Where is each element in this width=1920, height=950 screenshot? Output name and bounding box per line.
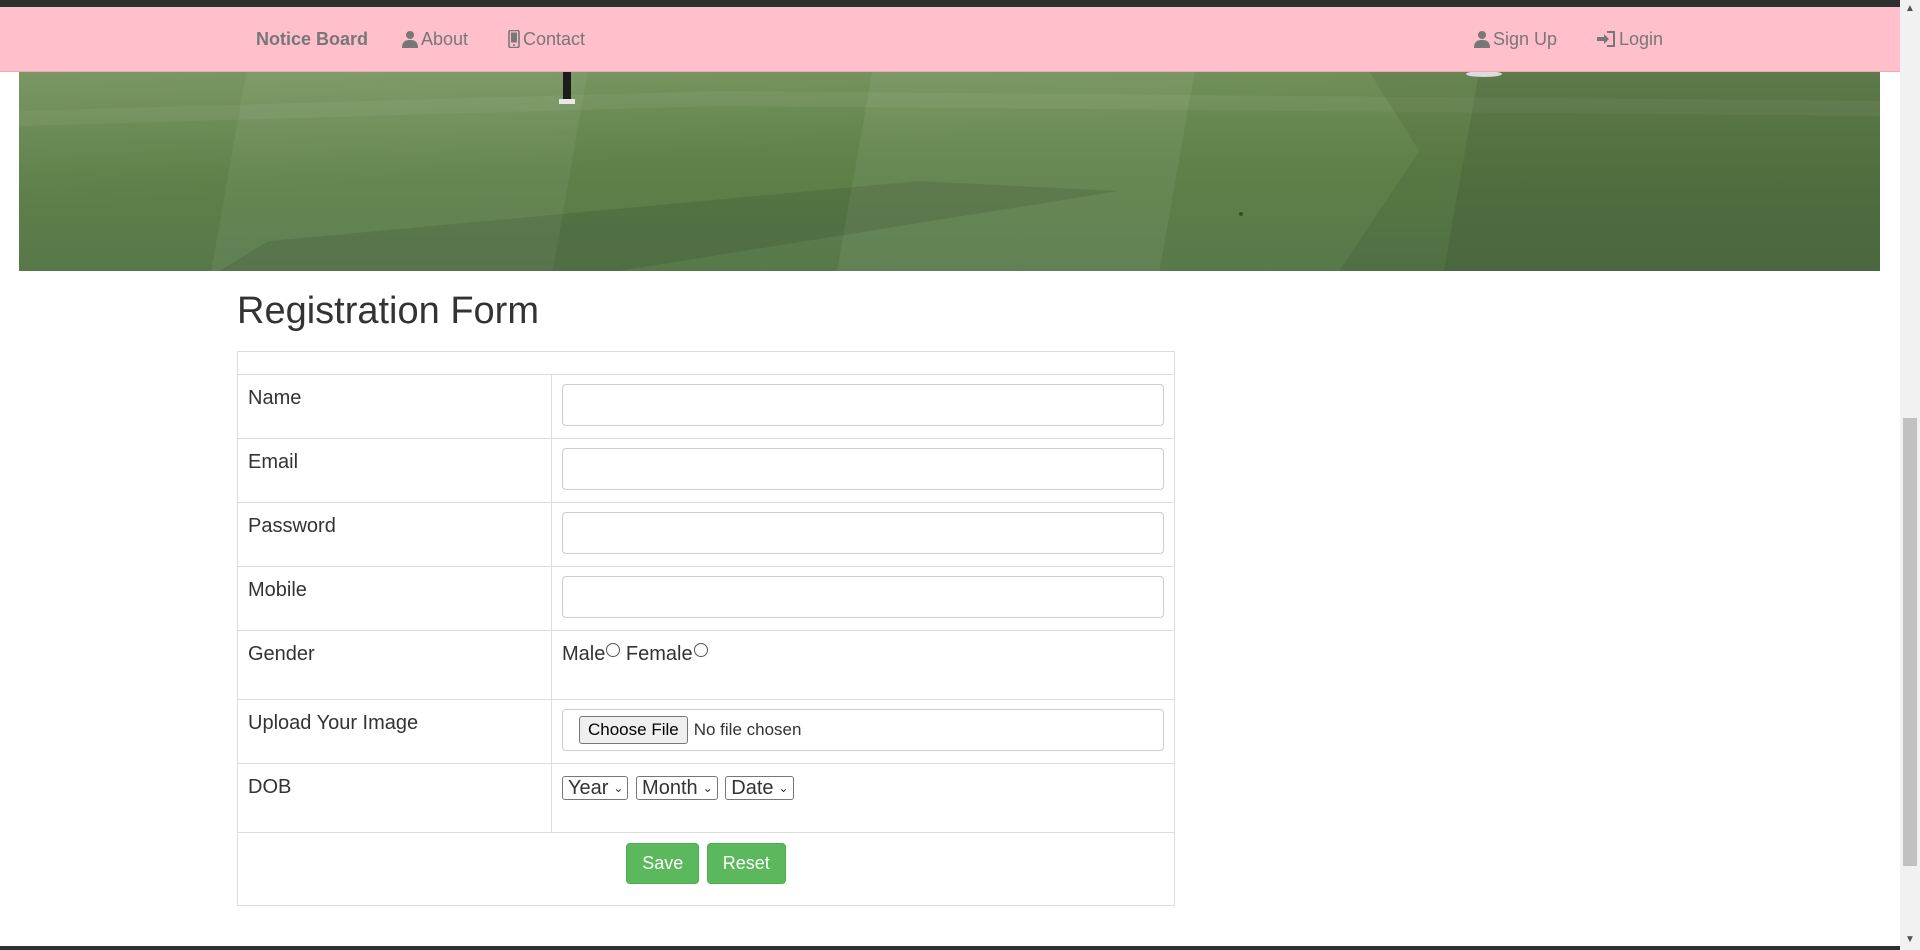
- dob-cell: Year ⌄ Month ⌄ Date ⌄: [551, 763, 1175, 833]
- save-button[interactable]: Save: [626, 843, 700, 884]
- dob-date-value: Date: [731, 776, 774, 799]
- file-input[interactable]: Choose File No file chosen: [562, 709, 1164, 751]
- email-input[interactable]: [562, 448, 1164, 490]
- gender-female-radio[interactable]: [693, 643, 708, 657]
- hero-banner-image: [19, 71, 1880, 271]
- table-row: Name: [237, 374, 1175, 439]
- scrollbar-thumb[interactable]: [1903, 418, 1917, 866]
- navbar: Notice Board About Contact Sign Up Login: [0, 7, 1900, 72]
- nav-sign-up-label: Sign Up: [1493, 28, 1558, 49]
- chevron-down-icon: ⌄: [702, 781, 713, 795]
- dob-year-value: Year: [568, 776, 609, 799]
- gender-male-label: Male: [562, 643, 606, 665]
- gender-cell: Male Female: [551, 630, 1175, 700]
- user-icon: [402, 30, 418, 48]
- nav-about-label: About: [421, 28, 469, 49]
- chevron-down-icon: ⌄: [778, 781, 789, 795]
- registration-table: Name Email Password Mobile Gender Male F…: [237, 351, 1175, 906]
- table-row: Upload Your Image Choose File No file ch…: [237, 699, 1175, 764]
- table-row: DOB Year ⌄ Month ⌄ Date ⌄: [237, 763, 1175, 833]
- login-icon: [1597, 31, 1616, 47]
- reset-button[interactable]: Reset: [706, 843, 786, 884]
- email-cell: [551, 438, 1175, 503]
- dob-month-value: Month: [642, 776, 698, 799]
- table-row: Email: [237, 438, 1175, 503]
- form-title: Registration Form: [237, 290, 539, 332]
- user-icon: [1474, 30, 1490, 48]
- nav-contact[interactable]: Contact: [508, 7, 585, 71]
- password-label: Password: [237, 502, 552, 567]
- chevron-down-icon: ⌄: [613, 781, 624, 795]
- scroll-up-icon[interactable]: ▲: [1900, 0, 1920, 17]
- window-top-strip: [0, 0, 1920, 7]
- table-row: Gender Male Female: [237, 630, 1175, 700]
- mobile-phone-icon: [508, 30, 520, 48]
- mobile-cell: [551, 566, 1175, 631]
- mobile-input[interactable]: [562, 576, 1164, 618]
- window-bottom-strip: [0, 946, 1900, 950]
- gender-label: Gender: [237, 630, 552, 700]
- nav-about[interactable]: About: [402, 7, 468, 71]
- brand-label: Notice Board: [256, 28, 369, 49]
- nav-contact-label: Contact: [523, 28, 586, 49]
- table-row: Save Reset: [237, 832, 1175, 906]
- gender-female-label: Female: [625, 643, 693, 665]
- choose-file-button[interactable]: Choose File: [579, 716, 688, 744]
- nav-login[interactable]: Login: [1597, 7, 1663, 71]
- nav-login-label: Login: [1619, 28, 1664, 49]
- name-input[interactable]: [562, 384, 1164, 426]
- email-label: Email: [237, 438, 552, 503]
- table-row: [237, 351, 1175, 375]
- password-cell: [551, 502, 1175, 567]
- gender-male-radio[interactable]: [606, 643, 621, 657]
- nav-sign-up[interactable]: Sign Up: [1474, 7, 1557, 71]
- table-row: Password: [237, 502, 1175, 567]
- dob-date-select[interactable]: Date ⌄: [725, 776, 794, 800]
- table-row: Mobile: [237, 566, 1175, 631]
- brand-link[interactable]: Notice Board: [256, 7, 368, 71]
- scroll-down-icon[interactable]: ▼: [1900, 931, 1920, 948]
- table-header-cell: [237, 351, 1175, 375]
- dob-year-select[interactable]: Year ⌄: [562, 776, 629, 800]
- mobile-label: Mobile: [237, 566, 552, 631]
- name-cell: [551, 374, 1175, 439]
- name-label: Name: [237, 374, 552, 439]
- file-status-text: No file chosen: [693, 720, 802, 739]
- password-input[interactable]: [562, 512, 1164, 554]
- dob-label: DOB: [237, 763, 552, 833]
- upload-image-label: Upload Your Image: [237, 699, 552, 764]
- dob-month-select[interactable]: Month ⌄: [636, 776, 718, 800]
- form-buttons-cell: Save Reset: [237, 832, 1175, 906]
- page-scrollbar[interactable]: ▲ ▼: [1900, 0, 1920, 950]
- upload-cell: Choose File No file chosen: [551, 699, 1175, 764]
